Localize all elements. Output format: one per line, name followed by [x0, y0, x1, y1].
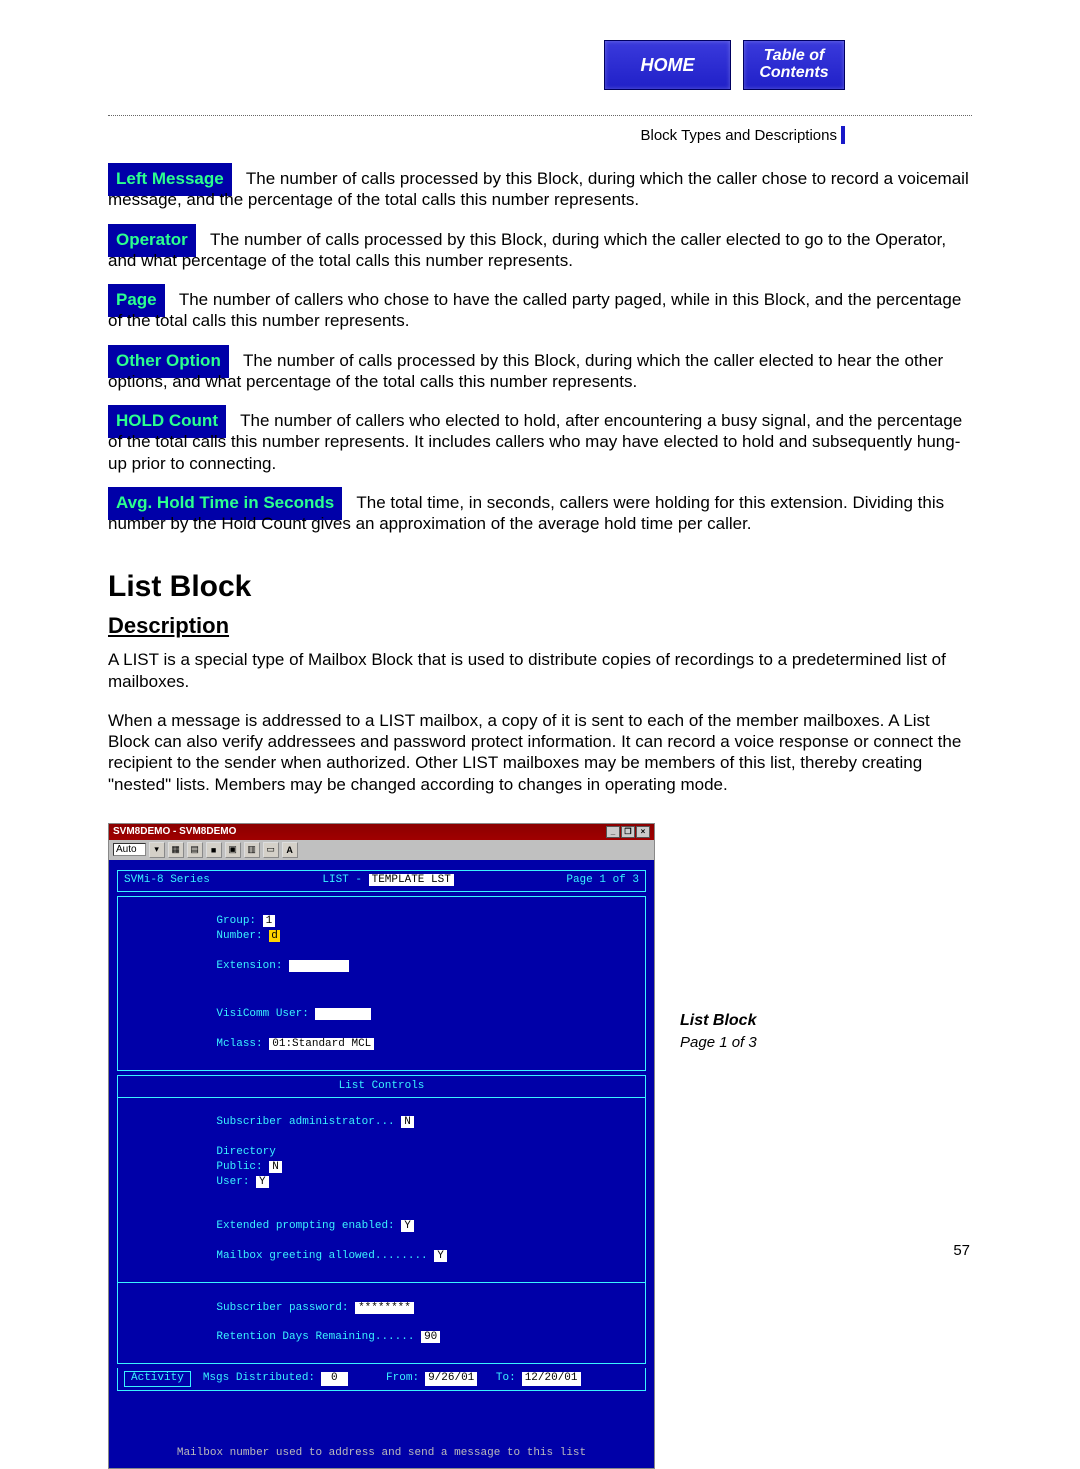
number-field[interactable]: d — [269, 930, 280, 942]
ext-prompt-label: Extended prompting enabled: — [216, 1220, 394, 1232]
mclass-label: Mclass: — [216, 1038, 262, 1050]
msgs-field[interactable]: 0 — [321, 1372, 348, 1386]
list-label: LIST - — [322, 874, 362, 886]
user-label: User: — [216, 1176, 249, 1188]
toolbar-button[interactable]: ▤ — [187, 842, 203, 858]
definition: HOLD Count The number of callers who ele… — [108, 410, 972, 474]
window-titlebar: SVM8DEMO - SVM8DEMO _❐× — [109, 824, 654, 840]
screenshot-window: SVM8DEMO - SVM8DEMO _❐× Auto ▾ ▦ ▤ ■ ▣ ▥… — [108, 823, 655, 1469]
definition-body: The number of calls processed by this Bl… — [108, 169, 969, 209]
list-name-field[interactable]: TEMPLATE LST — [369, 874, 454, 886]
series-label: SVMi-8 Series — [124, 874, 210, 888]
definition: Left Message The number of calls process… — [108, 168, 972, 211]
definition-body: The number of callers who chose to have … — [108, 290, 961, 330]
definition-body: The number of callers who elected to hol… — [108, 411, 962, 473]
breadcrumb-marker — [841, 126, 845, 144]
figure-caption: List Block Page 1 of 3 — [680, 1011, 757, 1053]
user-field[interactable]: Y — [256, 1176, 269, 1188]
hint-text: Mailbox number used to address and send … — [117, 1447, 646, 1461]
controls-header: List Controls — [124, 1079, 639, 1094]
retention-field[interactable]: 90 — [421, 1331, 440, 1343]
toolbar-button[interactable]: ▭ — [263, 842, 279, 858]
from-label: From: — [386, 1372, 419, 1386]
definition: Other Option The number of calls process… — [108, 350, 972, 393]
toolbar-button[interactable]: ▣ — [225, 842, 241, 858]
toolbar-button[interactable]: ■ — [206, 842, 222, 858]
definition-body: The number of calls processed by this Bl… — [108, 230, 946, 270]
window-title: SVM8DEMO - SVM8DEMO — [113, 826, 236, 837]
to-label: To: — [496, 1372, 516, 1386]
ext-prompt-field[interactable]: Y — [401, 1220, 414, 1232]
to-field[interactable]: 12/20/01 — [522, 1372, 581, 1386]
extension-field[interactable] — [289, 960, 349, 972]
activity-button[interactable]: Activity — [124, 1371, 191, 1387]
caption-page: Page 1 of 3 — [680, 1034, 757, 1053]
home-button[interactable]: HOME — [604, 40, 731, 90]
greeting-field[interactable]: Y — [434, 1250, 447, 1262]
sub-admin-field[interactable]: N — [401, 1116, 414, 1128]
section-paragraph: A LIST is a special type of Mailbox Bloc… — [108, 649, 972, 692]
maximize-icon[interactable]: ❐ — [621, 826, 635, 838]
section-paragraph: When a message is addressed to a LIST ma… — [108, 710, 972, 795]
section-subheading: Description — [108, 612, 972, 640]
greeting-label: Mailbox greeting allowed........ — [216, 1250, 427, 1262]
close-icon[interactable]: × — [636, 826, 650, 838]
msgs-label: Msgs Distributed: — [203, 1372, 315, 1386]
mclass-field[interactable]: 01:Standard MCL — [269, 1038, 374, 1050]
definition: Page The number of callers who chose to … — [108, 289, 972, 332]
retention-label: Retention Days Remaining...... — [216, 1331, 414, 1343]
toolbar-dropdown-icon[interactable]: ▾ — [149, 842, 165, 858]
public-field[interactable]: N — [269, 1161, 282, 1173]
definition-body: The number of calls processed by this Bl… — [108, 351, 943, 391]
visicomm-field[interactable] — [315, 1008, 371, 1020]
caption-title: List Block — [680, 1011, 757, 1031]
divider — [108, 115, 972, 116]
window-toolbar: Auto ▾ ▦ ▤ ■ ▣ ▥ ▭ A — [109, 840, 654, 860]
section-heading: List Block — [108, 568, 972, 606]
definition: Operator The number of calls processed b… — [108, 229, 972, 272]
page-indicator: Page 1 of 3 — [566, 874, 639, 888]
number-label: Number: — [216, 930, 262, 942]
toolbar-font-button[interactable]: A — [282, 842, 298, 858]
breadcrumb: Block Types and Descriptions — [0, 126, 845, 144]
group-label: Group: — [216, 915, 256, 927]
toc-button[interactable]: Table of Contents — [743, 40, 845, 90]
extension-label: Extension: — [216, 960, 282, 972]
sub-pass-label: Subscriber password: — [216, 1302, 348, 1314]
public-label: Public: — [216, 1161, 262, 1173]
sub-pass-field[interactable]: ******** — [355, 1302, 414, 1314]
from-field[interactable]: 9/26/01 — [425, 1372, 477, 1386]
group-field[interactable]: 1 — [263, 915, 276, 927]
window-controls: _❐× — [605, 826, 650, 838]
sub-admin-label: Subscriber administrator... — [216, 1116, 394, 1128]
toolbar-button[interactable]: ▥ — [244, 842, 260, 858]
definition: Avg. Hold Time in Seconds The total time… — [108, 492, 972, 535]
toolbar-mode-combo[interactable]: Auto — [113, 843, 146, 856]
directory-label: Directory — [216, 1146, 275, 1158]
breadcrumb-text: Block Types and Descriptions — [641, 127, 838, 144]
toolbar-button[interactable]: ▦ — [168, 842, 184, 858]
page-number: 57 — [953, 1242, 970, 1259]
minimize-icon[interactable]: _ — [606, 826, 620, 838]
visicomm-label: VisiComm User: — [216, 1008, 308, 1020]
